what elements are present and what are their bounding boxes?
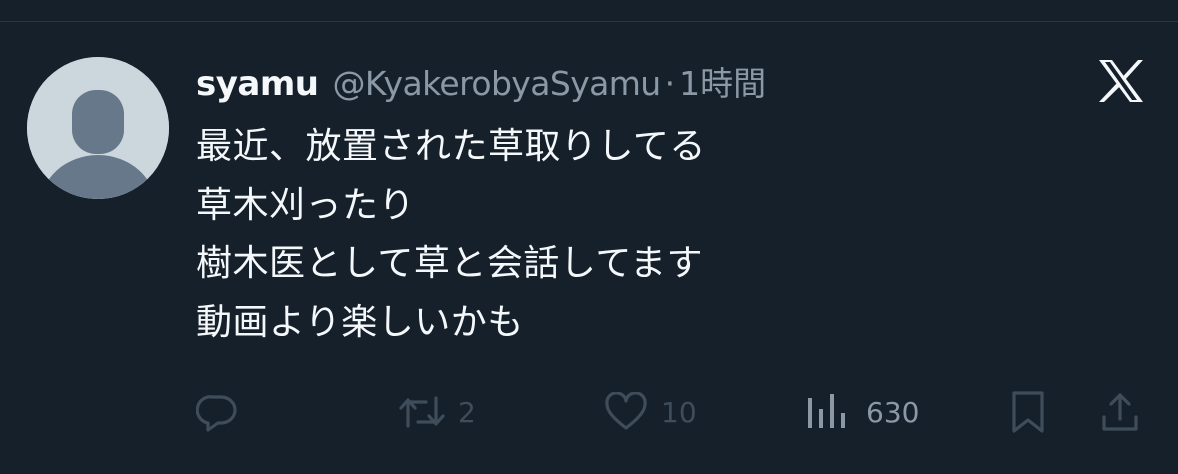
action-bar: 2 10 630	[0, 384, 1178, 440]
timestamp[interactable]: 1時間	[679, 57, 766, 105]
tweet-line: 最近、放置された草取りしてる	[196, 126, 706, 167]
bookmark-button[interactable]	[1010, 384, 1046, 440]
top-divider	[0, 21, 1178, 22]
share-icon	[1102, 393, 1138, 431]
views-icon	[808, 394, 845, 428]
retweet-button[interactable]: 2	[398, 384, 476, 440]
retweet-count: 2	[458, 395, 476, 429]
like-count: 10	[661, 395, 697, 429]
like-button[interactable]: 10	[603, 384, 697, 440]
views-button[interactable]: 630	[806, 384, 919, 440]
header-separator: ·	[664, 64, 676, 103]
share-button[interactable]	[1100, 384, 1140, 440]
user-handle[interactable]: @KyakerobyaSyamu	[332, 64, 661, 103]
tweet-line: 動画より楽しいかも	[196, 301, 524, 343]
default-profile-icon	[27, 57, 169, 199]
reply-icon	[196, 395, 237, 432]
tweet-line: 樹木医として草と会話してます	[196, 243, 704, 284]
display-name[interactable]: syamu	[196, 64, 319, 104]
tweet-text: 最近、放置された草取りしてる 草木刈ったり 樹木医として草と会話してます 動画よ…	[196, 118, 706, 352]
x-logo-icon[interactable]	[1096, 58, 1146, 104]
retweet-icon	[399, 396, 445, 428]
bookmark-icon	[1012, 391, 1044, 433]
tweet-line: 草木刈ったり	[196, 184, 416, 226]
reply-button[interactable]	[196, 384, 238, 440]
tweet-card[interactable]: syamu @KyakerobyaSyamu · 1時間 最近、放置された草取り…	[0, 0, 1178, 474]
tweet-header: syamu @KyakerobyaSyamu · 1時間	[196, 57, 766, 107]
views-count: 630	[866, 395, 920, 429]
avatar[interactable]	[27, 57, 169, 199]
heart-icon	[605, 392, 647, 430]
